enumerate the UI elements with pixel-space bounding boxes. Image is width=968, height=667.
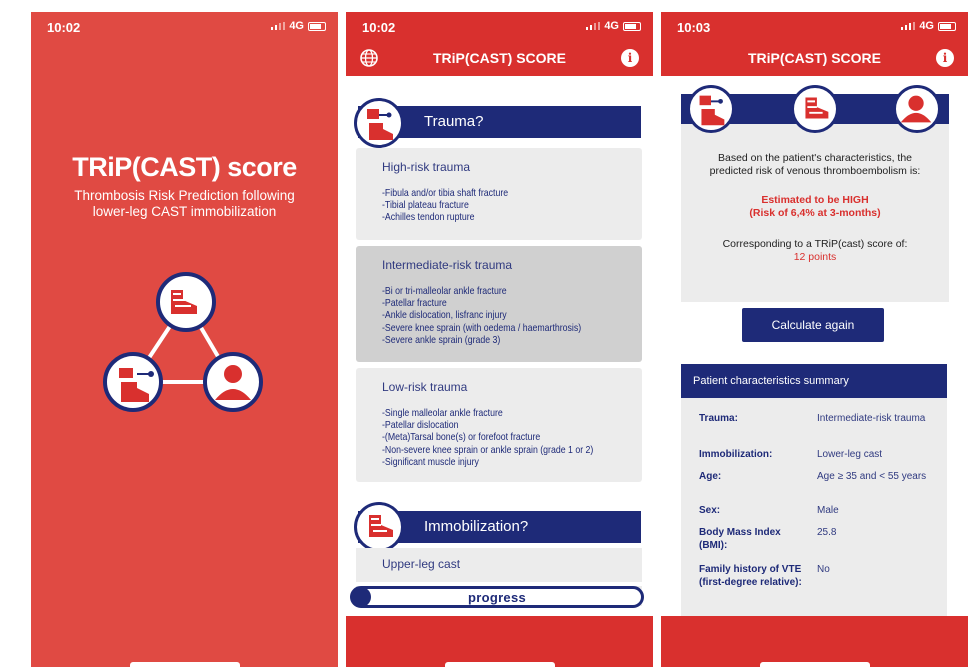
high-risk-trauma-option[interactable]: High-risk trauma -Fibula and/or tibia sh…	[356, 148, 642, 240]
option-line: -Fibula and/or tibia shaft fracture	[382, 188, 509, 199]
signal-icon	[901, 22, 916, 30]
score-points: 12 points	[793, 251, 837, 263]
summary-value: 25.8	[817, 527, 837, 538]
trauma-icon	[354, 98, 404, 148]
option-title: Intermediate-risk trauma	[382, 258, 513, 272]
section-title: Immobilization?	[424, 518, 529, 535]
summary-value: Intermediate-risk trauma	[817, 413, 926, 424]
nav-title: TRiP(CAST) SCORE	[433, 50, 566, 66]
summary-value: Age ≥ 35 and < 55 years	[817, 471, 927, 482]
home-indicator[interactable]	[444, 662, 555, 667]
summary-key: Sex:	[699, 505, 721, 516]
option-line: -Bi or tri-malleolar ankle fracture	[382, 286, 507, 297]
summary-key: Family history of VTE (first-degree rela…	[699, 564, 802, 588]
result-screen: 10:03 4G TRiP(CAST) SCORE i Based on the…	[661, 12, 968, 667]
progress-label: progress	[467, 590, 527, 605]
subtitle-line: Thrombosis Risk Prediction following	[74, 188, 295, 203]
option-line: -Severe ankle sprain (grade 3)	[382, 334, 501, 346]
status-time: 10:02	[362, 20, 396, 35]
option-line: -Significant muscle injury	[382, 456, 479, 468]
question-list[interactable]: Trauma? High-risk trauma -Fibula and/or …	[346, 76, 653, 667]
status-time: 10:03	[677, 20, 711, 35]
option-line: -Patellar fracture	[382, 298, 447, 310]
subtitle-line: lower-leg CAST immobilization	[92, 204, 277, 219]
result-intro: Based on the patient's characteristics, …	[681, 152, 949, 178]
app-subtitle: Thrombosis Risk Prediction following low…	[31, 188, 338, 220]
nav-bar: 10:03 4G TRiP(CAST) SCORE i	[661, 12, 968, 76]
trauma-icon	[687, 85, 735, 133]
summary-key: Trauma:	[699, 413, 738, 424]
intro-line: predicted risk of venous thromboembolism…	[709, 165, 921, 177]
low-risk-trauma-option[interactable]: Low-risk trauma -Single malleolar ankle …	[356, 368, 642, 482]
summary-value: Lower-leg cast	[817, 449, 883, 460]
option-line: -Single malleolar ankle fracture	[382, 408, 503, 419]
summary-title: Patient characteristics summary	[681, 364, 947, 398]
option-line: -(Meta)Tarsal bone(s) or forefoot fractu…	[382, 432, 541, 444]
option-title: High-risk trauma	[382, 160, 471, 174]
option-line: -Achilles tendon rupture	[382, 212, 475, 224]
option-line: -Tibial plateau fracture	[382, 200, 469, 212]
score-line: Corresponding to a TRiP(cast) score of:	[722, 238, 908, 250]
summary-card[interactable]: Patient characteristics summary Trauma: …	[681, 364, 947, 628]
app-logo	[103, 272, 263, 412]
calculate-again-button[interactable]: Calculate again	[742, 308, 884, 342]
summary-value: Male	[817, 505, 839, 516]
battery-icon	[623, 21, 641, 31]
footer-bar	[661, 616, 968, 667]
progress-bar: progress	[350, 586, 644, 608]
estimate-line: Estimated to be HIGH	[761, 194, 869, 206]
status-time: 10:02	[47, 20, 81, 35]
section-title: Trauma?	[424, 113, 484, 130]
option-line: -Patellar dislocation	[382, 420, 459, 432]
nav-bar: 10:02 4G TRiP(CAST) SCORE i	[346, 12, 653, 76]
intro-line: Based on the patient's characteristics, …	[717, 152, 913, 164]
signal-icon	[586, 22, 601, 30]
summary-key: Body Mass Index (BMI):	[699, 527, 781, 551]
status-bar: 10:03 4G	[661, 12, 968, 42]
battery-icon	[938, 21, 956, 31]
option-line: -Non-severe knee sprain or ankle sprain …	[382, 444, 594, 456]
summary-row: Trauma: Intermediate-risk trauma	[699, 413, 939, 441]
summary-key: Immobilization:	[699, 449, 773, 460]
patient-icon	[893, 85, 941, 133]
summary-key: Age:	[699, 471, 722, 482]
trauma-icon	[103, 352, 163, 412]
status-bar: 10:02 4G	[346, 12, 653, 42]
option-title: Low-risk trauma	[382, 380, 468, 394]
network-label: 4G	[289, 20, 304, 32]
nav-title: TRiP(CAST) SCORE	[748, 50, 881, 66]
status-bar: 10:02 4G	[31, 12, 338, 42]
questionnaire-screen: 10:02 4G TRiP(CAST) SCORE i Trauma? High…	[346, 12, 653, 667]
option-line: -Ankle dislocation, lisfranc injury	[382, 310, 507, 322]
cast-icon	[354, 502, 404, 552]
info-icon[interactable]: i	[621, 49, 639, 67]
signal-icon	[271, 22, 286, 30]
app-title: TRiP(CAST) score	[72, 152, 297, 182]
patient-icon	[203, 352, 263, 412]
cast-icon	[791, 85, 839, 133]
upper-leg-cast-option[interactable]: Upper-leg cast	[356, 548, 642, 582]
home-indicator[interactable]	[129, 662, 240, 667]
option-line: -Severe knee sprain (with oedema / haema…	[382, 322, 582, 334]
estimate-line: (Risk of 6,4% at 3-months)	[749, 207, 881, 219]
network-label: 4G	[604, 20, 619, 32]
splash-screen: 10:02 4G TRiP(CAST) score Thrombosis Ris…	[31, 12, 338, 667]
battery-icon	[308, 21, 326, 31]
footer-bar	[346, 616, 653, 667]
summary-value: No	[817, 564, 830, 575]
intermediate-risk-trauma-option[interactable]: Intermediate-risk trauma -Bi or tri-mall…	[356, 246, 642, 362]
cast-icon	[156, 272, 216, 332]
home-indicator[interactable]	[759, 662, 870, 667]
info-icon[interactable]: i	[936, 49, 954, 67]
network-label: 4G	[919, 20, 934, 32]
risk-estimate: Estimated to be HIGH (Risk of 6,4% at 3-…	[681, 194, 949, 220]
